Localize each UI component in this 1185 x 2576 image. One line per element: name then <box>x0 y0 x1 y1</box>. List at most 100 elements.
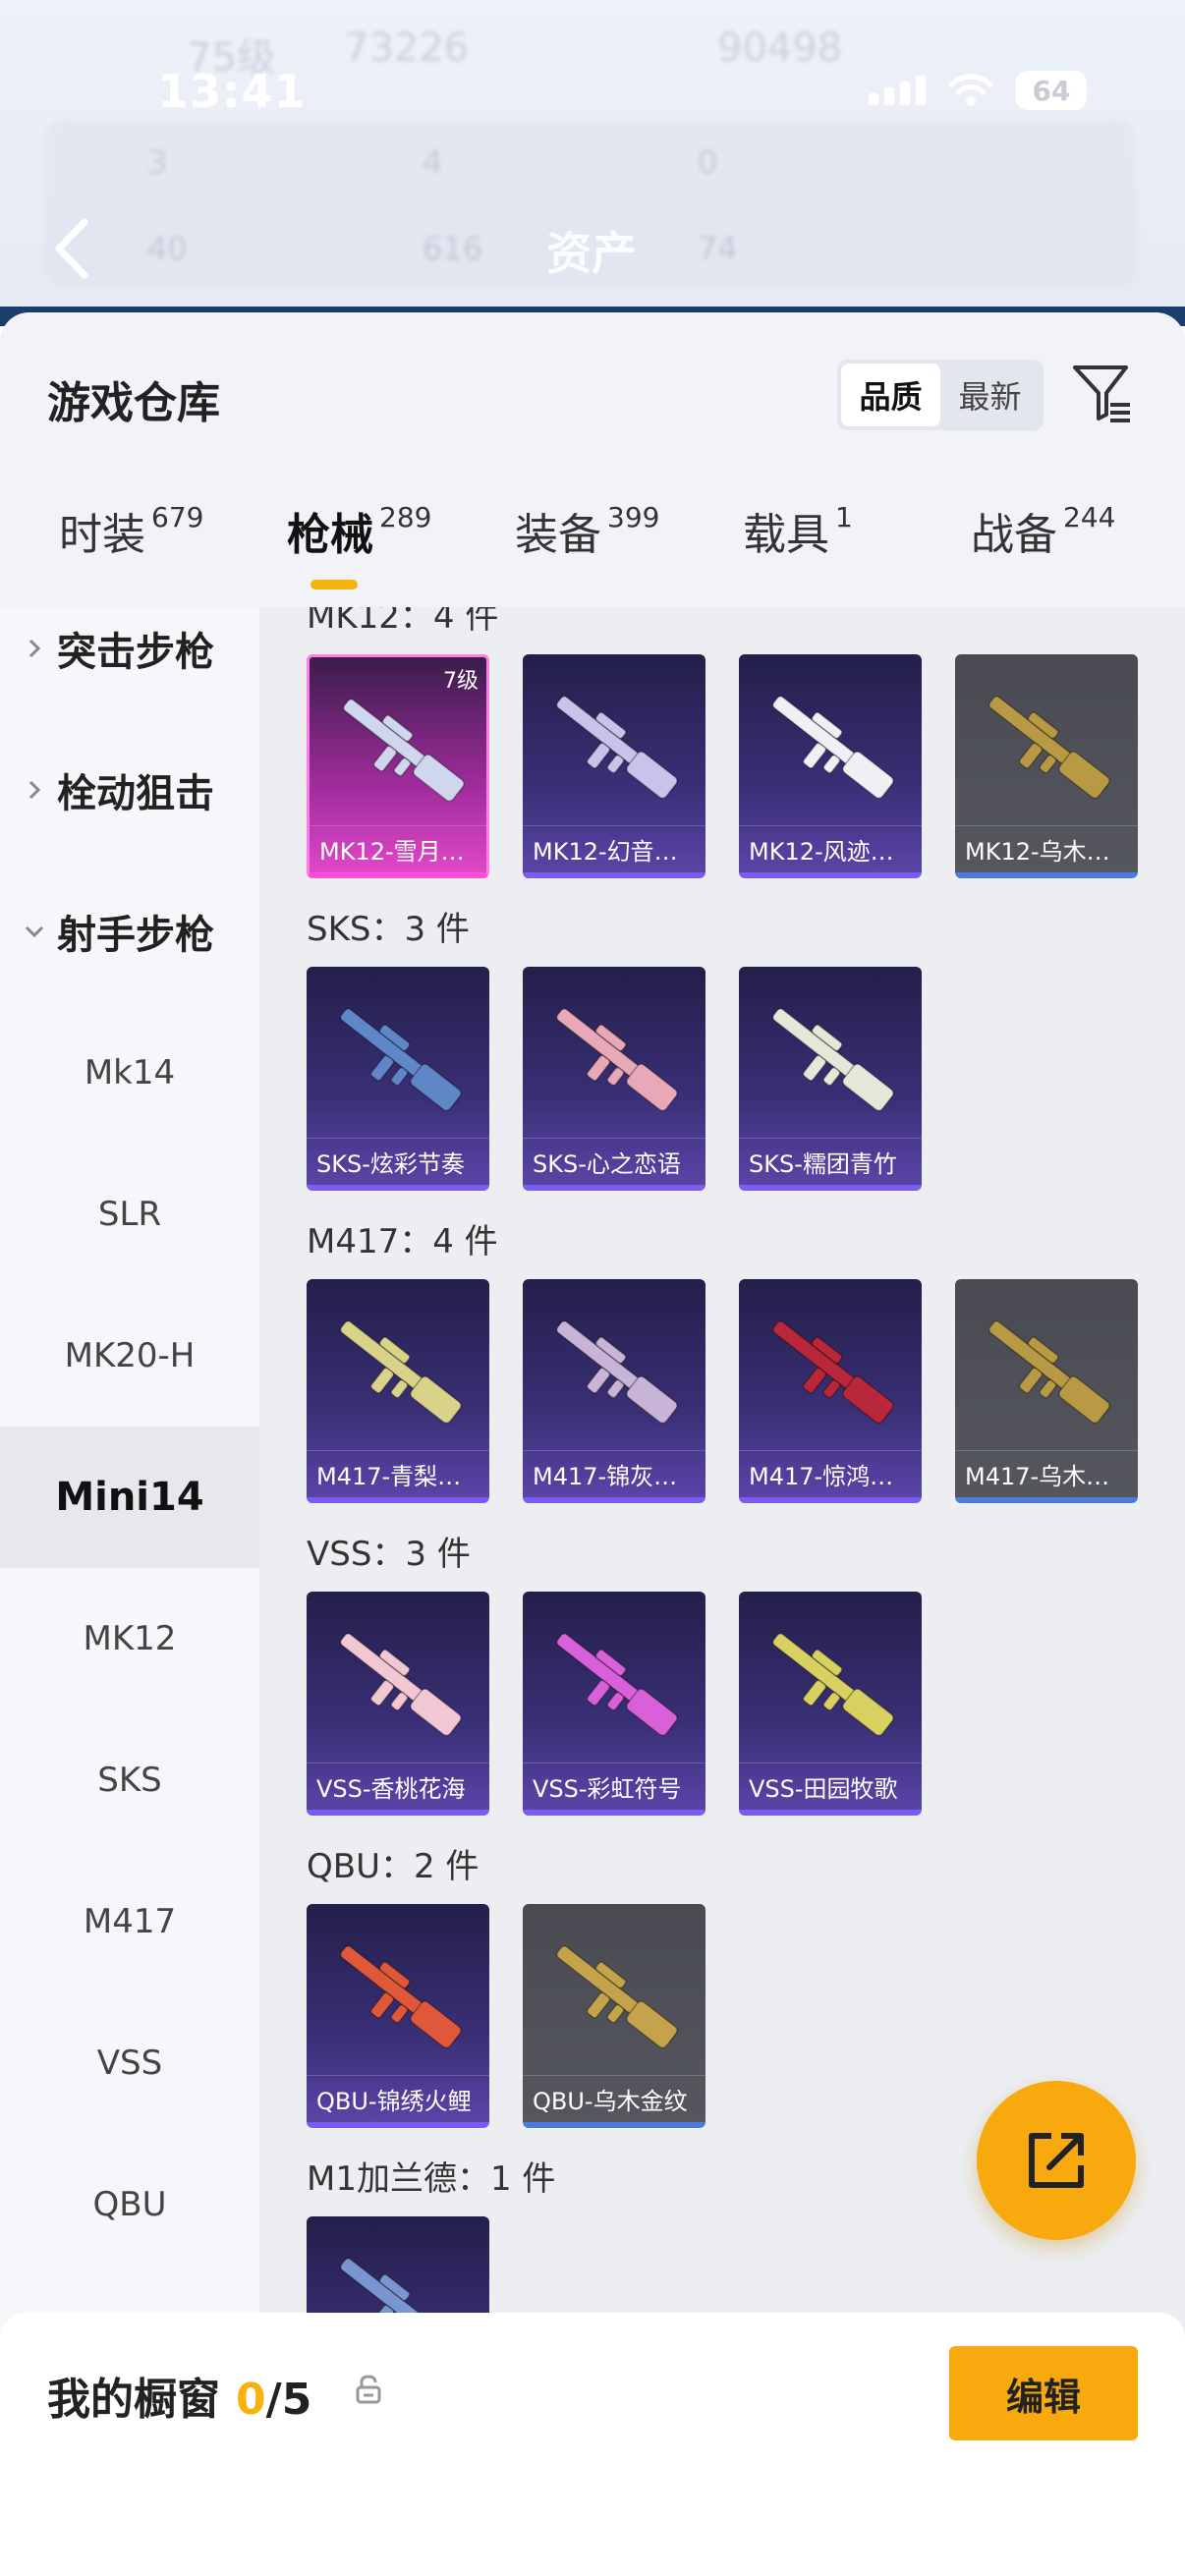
tab-count: 679 <box>151 501 204 533</box>
weapon-name: M417-惊鸿… <box>739 1450 922 1497</box>
weapon-card[interactable]: M417-锦灰… <box>523 1279 705 1503</box>
weapon-card[interactable]: SKS-炫彩节奏 <box>307 967 489 1191</box>
sort-newest-button[interactable]: 最新 <box>940 364 1040 426</box>
tab-vehicles[interactable]: 载具 1 <box>743 499 853 597</box>
tab-supplies[interactable]: 战备 244 <box>971 499 1115 597</box>
section-label: M417：4 件 <box>307 1222 498 1261</box>
sidebar-label: 栓动狙击 <box>57 771 214 816</box>
section-label: MK12：4 件 <box>307 607 499 637</box>
sidebar-item[interactable]: MK20-H <box>0 1285 259 1427</box>
rifle-icon <box>555 1633 678 1737</box>
tab-label: 载具 <box>743 510 829 560</box>
sidebar-category[interactable]: 突击步枪 <box>0 578 259 719</box>
section-label: M1加兰德：1 件 <box>307 2159 556 2199</box>
status-time: 13:41 <box>157 65 307 118</box>
rifle-icon <box>339 1008 462 1112</box>
sidebar-label: VSS <box>96 2044 163 2083</box>
ghost-coins-2: 90498 <box>717 26 843 71</box>
rifle-icon <box>771 696 894 800</box>
chevron-right-icon <box>28 780 41 800</box>
tab-label: 枪械 <box>287 510 373 560</box>
weapon-card[interactable]: MK12-幻音… <box>523 654 705 878</box>
edit-button[interactable]: 编辑 <box>949 2346 1138 2440</box>
wifi-icon <box>948 74 993 106</box>
sidebar-label: MK12 <box>83 1619 177 1658</box>
weapon-name: SKS-糯团青竹 <box>739 1138 922 1185</box>
rifle-icon <box>771 1320 894 1425</box>
rifle-icon <box>771 1008 894 1112</box>
sidebar-label: SLR <box>97 1195 162 1234</box>
sidebar-label: SKS <box>97 1761 162 1800</box>
ghost-stat: 4 <box>423 143 443 181</box>
showcase-bar: 我的橱窗 0 / 5 编辑 <box>0 2313 1185 2576</box>
rifle-icon <box>555 1320 678 1425</box>
sidebar-category[interactable]: 栓动狙击 <box>0 719 259 861</box>
rifle-icon <box>988 1320 1110 1425</box>
weapon-card[interactable]: VSS-彩虹符号 <box>523 1592 705 1816</box>
weapon-card[interactable]: VSS-香桃花海 <box>307 1592 489 1816</box>
weapon-card[interactable]: M417-青梨… <box>307 1279 489 1503</box>
signal-icon <box>869 76 926 105</box>
tab-label: 装备 <box>515 510 601 560</box>
showcase-current: 0 <box>236 2375 266 2425</box>
chevron-down-icon <box>25 925 44 938</box>
weapon-card[interactable]: SKS-糯团青竹 <box>739 967 922 1191</box>
tab-firearms[interactable]: 枪械 289 <box>287 499 431 597</box>
sidebar-item[interactable]: Mini14 <box>0 1427 259 1568</box>
sort-quality-button[interactable]: 品质 <box>841 364 940 426</box>
filter-icon[interactable] <box>1071 362 1134 424</box>
sidebar-label: Mk14 <box>84 1053 176 1092</box>
section-label: QBU：2 件 <box>307 1847 480 1886</box>
weapon-name: QBU-乌木金纹 <box>523 2075 705 2122</box>
rifle-icon <box>342 699 465 803</box>
ghost-stat: 3 <box>147 143 168 181</box>
weapon-card[interactable]: QBU-锦绣火鲤 <box>307 1904 489 2128</box>
sidebar-label: 突击步枪 <box>57 630 214 675</box>
sidebar-item[interactable]: QBU <box>0 2134 259 2275</box>
tab-label: 战备 <box>971 510 1057 560</box>
weapon-name: MK12-风迹… <box>739 825 922 872</box>
sidebar-item[interactable]: VSS <box>0 1992 259 2134</box>
sidebar-label: M417 <box>83 1902 177 1941</box>
sidebar-category[interactable]: 射手步枪 <box>0 861 259 1002</box>
sidebar-label: QBU <box>92 2185 167 2224</box>
rifle-icon <box>555 696 678 800</box>
status-icons: 64 <box>869 71 1087 110</box>
showcase-title: 我的橱窗 0 / 5 <box>47 2364 311 2427</box>
ghost-stat: 616 <box>423 230 483 267</box>
rifle-icon <box>339 1320 462 1425</box>
active-tab-indicator <box>310 580 358 589</box>
share-button[interactable] <box>977 2081 1136 2240</box>
tab-count: 289 <box>379 501 432 533</box>
level-badge: 7级 <box>443 669 479 694</box>
weapon-card[interactable]: M417-乌木… <box>955 1279 1138 1503</box>
lock-icon <box>356 2375 381 2404</box>
weapon-name: VSS-田园牧歌 <box>739 1763 922 1810</box>
sidebar-item[interactable]: SLR <box>0 1144 259 1285</box>
sidebar-item[interactable]: M417 <box>0 1851 259 1992</box>
rifle-icon <box>555 1945 678 2049</box>
weapon-name: MK12-乌木… <box>955 825 1138 872</box>
sort-toggle: 品质 最新 <box>837 360 1044 430</box>
rifle-icon <box>339 1633 462 1737</box>
weapon-card[interactable]: VSS-田园牧歌 <box>739 1592 922 1816</box>
tab-count: 399 <box>607 501 660 533</box>
weapon-name: QBU-锦绣火鲤 <box>307 2075 489 2122</box>
sidebar-item[interactable]: SKS <box>0 1709 259 1851</box>
weapon-card[interactable]: MK12-风迹… <box>739 654 922 878</box>
weapon-card[interactable]: QBU-乌木金纹 <box>523 1904 705 2128</box>
tab-equipment[interactable]: 装备 399 <box>515 499 659 597</box>
weapon-name: VSS-香桃花海 <box>307 1763 489 1810</box>
weapon-card[interactable]: M417-惊鸿… <box>739 1279 922 1503</box>
weapon-name: MK12-幻音… <box>523 825 705 872</box>
weapon-card[interactable]: 7级 MK12-雪月… <box>307 654 489 878</box>
rifle-icon <box>555 1008 678 1112</box>
weapon-card[interactable]: MK12-乌木… <box>955 654 1138 878</box>
sidebar-item[interactable]: MK12 <box>0 1568 259 1709</box>
back-arrow-icon[interactable] <box>47 214 96 283</box>
sidebar-item[interactable]: Mk14 <box>0 1002 259 1144</box>
warehouse-panel: 游戏仓库 品质 最新 时装 679 枪械 289 装备 399 载具 1 战备 … <box>0 312 1185 2576</box>
ghost-stat: 74 <box>698 230 738 267</box>
chevron-right-icon <box>28 639 41 658</box>
weapon-card[interactable]: SKS-心之恋语 <box>523 967 705 1191</box>
